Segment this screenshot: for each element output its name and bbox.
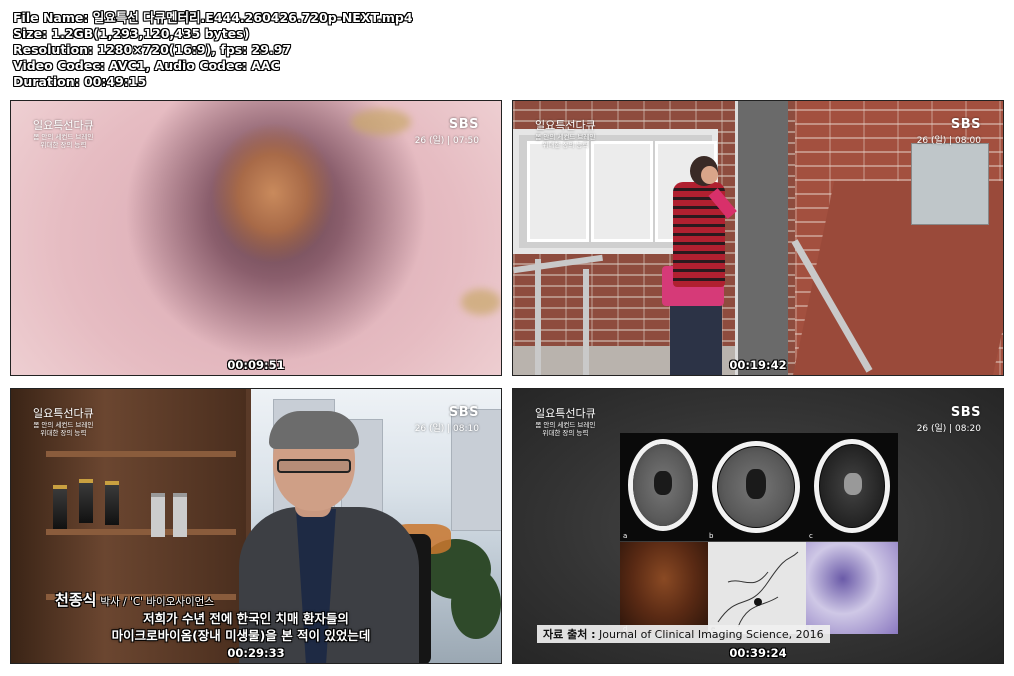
thumbnail-2: 일요특선다큐 몸 안의 세컨드 브레인 위대한 장의 능력 SBS 26 (일)… bbox=[512, 100, 1004, 376]
subtitle-line-2: 마이크로바이옴(장내 미생물)을 본 적이 있었는데 bbox=[111, 628, 371, 643]
broadcast-clock: 26 (일) | 08:20 bbox=[916, 424, 981, 434]
channel-bug: SBS 26 (일) | 08:00 bbox=[917, 117, 981, 146]
elderly-woman bbox=[648, 156, 738, 375]
channel-bug: SBS 26 (일) | 08:10 bbox=[415, 405, 479, 434]
door bbox=[735, 101, 788, 375]
file-codec: Video Codec: AVC1, Audio Codec: AAC bbox=[13, 58, 280, 73]
source-label: 자료 출처 : bbox=[543, 628, 596, 641]
file-size: Size: 1.2GB(1,293,120,435 bytes) bbox=[13, 26, 250, 41]
thumbnail-3: 일요특선다큐 몸 안의 세컨드 브레인 위대한 장의 능력 SBS 26 (일)… bbox=[10, 388, 502, 664]
program-logo: 일요특선다큐 몸 안의 세컨드 브레인 위대한 장의 능력 bbox=[535, 119, 596, 149]
angiography-d: d bbox=[620, 542, 708, 634]
file-name: File Name: 일요특선 다큐멘터리.E444.260426.720p-N… bbox=[13, 10, 413, 25]
thumbnail-4: a b c d e f 자료 출처 : Journal of Clinical … bbox=[512, 388, 1004, 664]
source-text: Journal of Clinical Imaging Science, 201… bbox=[599, 628, 824, 641]
sbs-logo: SBS bbox=[448, 117, 479, 132]
ct-scan-b: b bbox=[706, 433, 806, 541]
channel-bug: SBS 26 (일) | 08:20 bbox=[917, 405, 981, 434]
glasses bbox=[277, 459, 351, 473]
trophy bbox=[79, 479, 93, 523]
thumbnail-timestamp: 00:29:33 bbox=[227, 646, 285, 660]
thumbnail-timestamp: 00:19:42 bbox=[729, 358, 787, 372]
broadcast-clock: 26 (일) | 08:00 bbox=[916, 136, 981, 146]
subtitle-line-1: 저희가 수년 전에 한국인 치매 환자들의 bbox=[143, 611, 349, 626]
speaker-name: 천종식 bbox=[55, 591, 97, 609]
speaker-role: 박사 / 'C' 바이오사이언스 bbox=[100, 596, 215, 608]
meter-box bbox=[911, 143, 989, 225]
histology-f: f bbox=[806, 542, 898, 634]
ct-scan-c: c bbox=[806, 433, 898, 541]
angiography-e: e bbox=[708, 542, 806, 634]
channel-bug: SBS 26 (일) | 07:50 bbox=[415, 117, 479, 146]
trophy bbox=[53, 485, 67, 529]
program-logo: 일요특선다큐 몸 안의 세컨드 브레인 위대한 장의 능력 bbox=[33, 119, 94, 149]
broadcast-clock: 26 (일) | 08:10 bbox=[414, 424, 479, 434]
source-caption: 자료 출처 : Journal of Clinical Imaging Scie… bbox=[537, 625, 830, 643]
file-info: File Name: 일요특선 다큐멘터리.E444.260426.720p-N… bbox=[13, 10, 413, 90]
program-logo: 일요특선다큐 몸 안의 세컨드 브레인 위대한 장의 능력 bbox=[33, 407, 94, 437]
sbs-logo: SBS bbox=[950, 117, 981, 132]
program-logo: 일요특선다큐 몸 안의 세컨드 브레인 위대한 장의 능력 bbox=[535, 407, 596, 437]
trophy bbox=[105, 481, 119, 525]
file-duration: Duration: 00:49:15 bbox=[13, 74, 147, 89]
thumbnail-1: 일요특선다큐 몸 안의 세컨드 브레인 위대한 장의 능력 SBS 26 (일)… bbox=[10, 100, 502, 376]
ct-scan-a: a bbox=[620, 433, 706, 541]
file-resolution: Resolution: 1280×720(16:9), fps: 29.97 bbox=[13, 42, 292, 57]
speaker-caption: 천종식 박사 / 'C' 바이오사이언스 bbox=[55, 589, 214, 610]
thumbnail-timestamp: 00:39:24 bbox=[729, 646, 787, 660]
sbs-logo: SBS bbox=[448, 405, 479, 420]
thumbnail-timestamp: 00:09:51 bbox=[227, 358, 285, 372]
broadcast-clock: 26 (일) | 07:50 bbox=[414, 136, 479, 146]
sbs-logo: SBS bbox=[950, 405, 981, 420]
